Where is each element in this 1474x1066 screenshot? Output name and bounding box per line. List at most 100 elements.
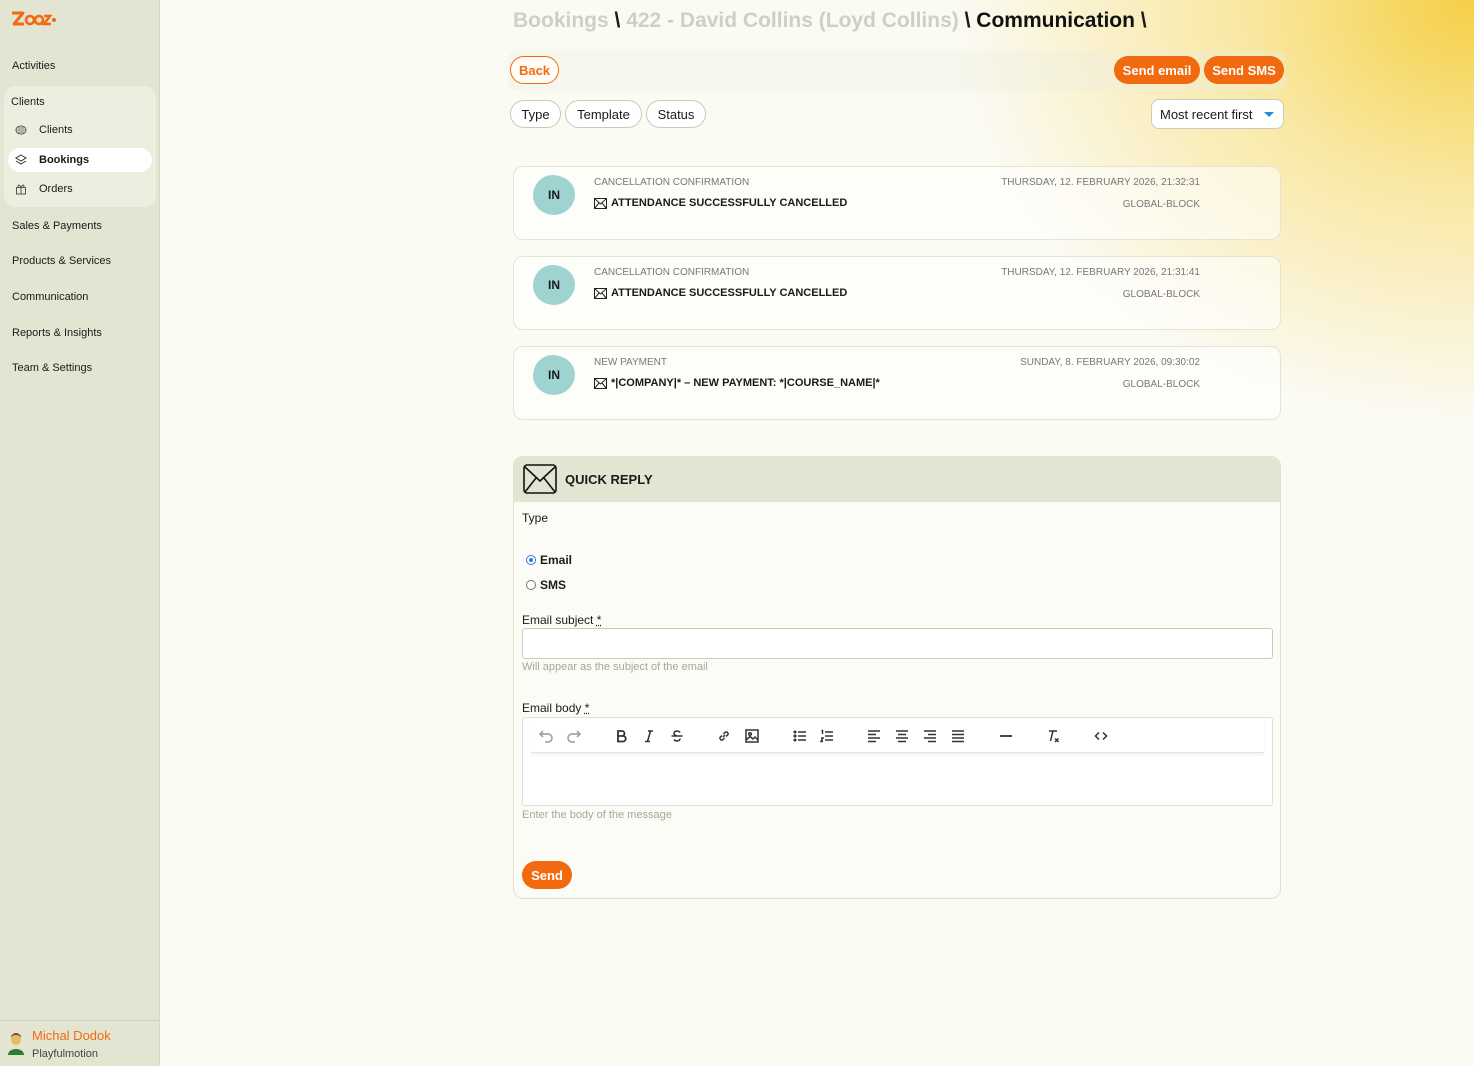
envelope-icon [523, 464, 557, 499]
email-body-editor[interactable] [522, 717, 1273, 806]
layers-icon [14, 153, 28, 167]
nav-clients-group[interactable]: Clients [11, 96, 45, 108]
user-organization: Playfulmotion [32, 1048, 99, 1060]
radio-sms-label: SMS [540, 578, 567, 592]
email-subject-hint: Will appear as the subject of the email [522, 661, 708, 673]
message-date: Sunday, 8. February 2026, 09:30:02 [1020, 357, 1200, 368]
message-type: New payment [594, 357, 667, 368]
email-body-label: Email body * [522, 701, 589, 715]
direction-badge: IN [533, 355, 575, 395]
nav-team-settings[interactable]: Team & Settings [12, 362, 92, 374]
email-subject-label-text: Email subject [522, 613, 594, 627]
nav-reports-insights[interactable]: Reports & Insights [12, 327, 102, 339]
send-email-button[interactable]: Send email [1114, 56, 1200, 84]
nav-products-services[interactable]: Products & Services [12, 255, 111, 267]
clients-nav-group: Clients Clients Bookings Orders [4, 86, 156, 207]
nav-activities[interactable]: Activities [12, 60, 55, 72]
sort-select-value: Most recent first [1160, 106, 1253, 122]
quick-reply-panel: QUICK REPLY Type Email SMS Email subject… [513, 456, 1281, 899]
align-right-icon[interactable] [921, 727, 939, 745]
bullet-list-icon[interactable] [791, 727, 809, 745]
radio-email[interactable]: Email [526, 553, 572, 567]
message-type: Cancellation confirmation [594, 267, 750, 278]
nav-sub-orders[interactable]: Orders [8, 177, 152, 201]
sidebar: Activities Clients Clients Bookings Orde… [0, 0, 160, 1066]
clear-formatting-icon[interactable] [1044, 727, 1062, 745]
breadcrumb-separator: \ [964, 9, 971, 32]
align-justify-icon[interactable] [949, 727, 967, 745]
message-date: Thursday, 12. February 2026, 21:31:41 [1001, 267, 1200, 278]
sort-select[interactable]: Most recent first [1151, 99, 1284, 129]
italic-icon[interactable] [640, 727, 658, 745]
radio-email-control[interactable] [526, 555, 536, 565]
editor-toolbar [531, 718, 1264, 753]
user-name: Michal Dodok [32, 1028, 111, 1043]
breadcrumb-bookings[interactable]: Bookings [513, 9, 609, 32]
radio-sms[interactable]: SMS [526, 578, 566, 592]
align-center-icon[interactable] [893, 727, 911, 745]
breadcrumb-separator: \ [614, 9, 621, 32]
undo-icon[interactable] [537, 727, 555, 745]
nav-sub-bookings[interactable]: Bookings [8, 148, 152, 172]
email-subject-label: Email subject * [522, 613, 601, 627]
user-avatar [6, 1033, 26, 1055]
message-card[interactable]: IN New payment *|COMPANY|* – New payment… [513, 346, 1281, 420]
gift-icon [14, 182, 28, 196]
direction-badge: IN [533, 175, 575, 215]
radio-email-label: Email [540, 553, 573, 567]
breadcrumb-booking-detail[interactable]: 422 - David Collins (Loyd Collins) [626, 9, 959, 32]
breadcrumb: Bookings \ 422 - David Collins (Loyd Col… [513, 9, 1147, 33]
email-subject-input[interactable] [522, 628, 1273, 659]
image-icon[interactable] [743, 727, 761, 745]
filter-type[interactable]: Type [510, 100, 561, 128]
email-body-label-text: Email body [522, 701, 582, 715]
email-body-hint: Enter the body of the message [522, 809, 672, 821]
message-type: Cancellation confirmation [594, 177, 750, 188]
envelope-icon [594, 287, 607, 299]
nav-sales-payments[interactable]: Sales & Payments [12, 220, 102, 232]
direction-badge: IN [533, 265, 575, 305]
nav-sub-clients-label: Clients [39, 124, 73, 136]
code-view-icon[interactable] [1092, 727, 1110, 745]
breadcrumb-separator: \ [1140, 9, 1147, 32]
message-subject: *|COMPANY|* – New payment: *|COURSE_NAME… [594, 377, 880, 389]
clients-icon [14, 123, 28, 137]
filter-template[interactable]: Template [565, 100, 642, 128]
message-sender: global-block [1122, 379, 1200, 390]
send-sms-button[interactable]: Send SMS [1204, 56, 1284, 84]
nav-sub-orders-label: Orders [39, 183, 73, 195]
horizontal-rule-icon[interactable] [997, 727, 1015, 745]
envelope-icon [594, 197, 607, 209]
user-profile[interactable]: Michal Dodok Playfulmotion [0, 1020, 160, 1066]
message-date: Thursday, 12. February 2026, 21:32:31 [1001, 177, 1200, 188]
link-icon[interactable] [715, 727, 733, 745]
filter-status[interactable]: Status [646, 100, 706, 128]
message-subject-text: Attendance successfully cancelled [611, 197, 848, 209]
chevron-down-icon [1264, 112, 1274, 117]
message-subject: Attendance successfully cancelled [594, 287, 847, 299]
message-subject: Attendance successfully cancelled [594, 197, 847, 209]
bold-icon[interactable] [612, 727, 630, 745]
envelope-icon [594, 377, 607, 389]
message-card[interactable]: IN Cancellation confirmation Attendance … [513, 256, 1281, 330]
radio-sms-control[interactable] [526, 580, 536, 590]
strikethrough-icon[interactable] [668, 727, 686, 745]
message-card[interactable]: IN Cancellation confirmation Attendance … [513, 166, 1281, 240]
zooza-logo[interactable] [10, 9, 56, 34]
back-button[interactable]: Back [510, 56, 559, 84]
nav-communication[interactable]: Communication [12, 291, 88, 303]
required-mark: * [584, 701, 590, 715]
message-sender: global-block [1122, 289, 1200, 300]
numbered-list-icon[interactable] [818, 727, 836, 745]
message-subject-text: Attendance successfully cancelled [611, 287, 848, 299]
quick-reply-header: QUICK REPLY [514, 457, 1280, 502]
nav-sub-clients[interactable]: Clients [8, 118, 152, 142]
type-label: Type [522, 511, 549, 525]
send-button[interactable]: Send [522, 861, 572, 889]
message-sender: global-block [1122, 199, 1200, 210]
redo-icon[interactable] [565, 727, 583, 745]
align-left-icon[interactable] [865, 727, 883, 745]
breadcrumb-current: Communication [976, 9, 1135, 32]
nav-sub-bookings-label: Bookings [39, 154, 90, 166]
quick-reply-title: QUICK REPLY [565, 472, 653, 487]
